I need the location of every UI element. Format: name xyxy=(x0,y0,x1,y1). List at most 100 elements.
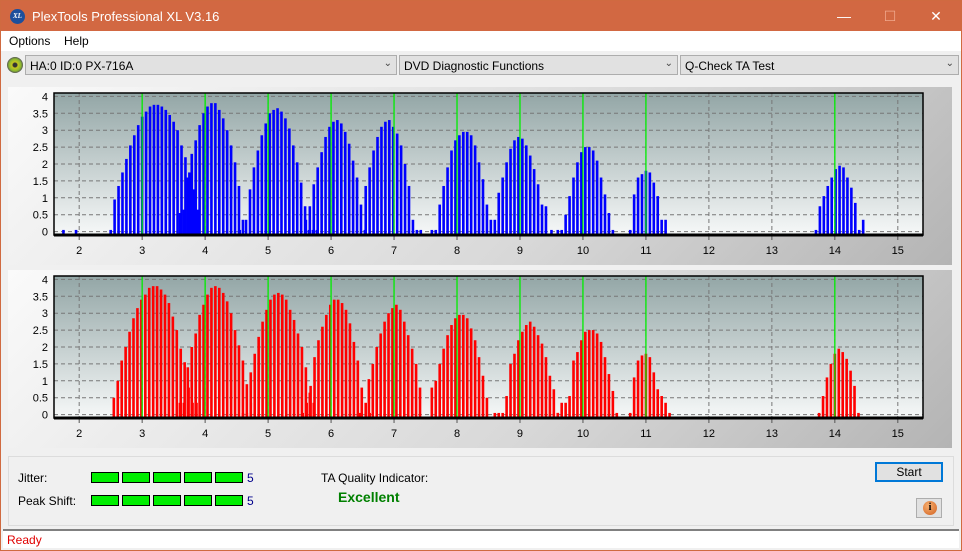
histogram-bar xyxy=(256,150,260,235)
histogram-bar xyxy=(656,389,660,418)
function-select[interactable]: DVD Diagnostic Functions ⌄ xyxy=(399,55,678,75)
histogram-bar xyxy=(572,177,575,235)
histogram-bar xyxy=(395,133,399,235)
histogram-bar xyxy=(580,340,583,418)
toolbar: HA:0 ID:0 PX-716A ⌄ DVD Diagnostic Funct… xyxy=(1,51,961,79)
histogram-bar xyxy=(664,219,667,235)
test-select[interactable]: Q-Check TA Test ⌄ xyxy=(680,55,959,75)
jitter-label: Jitter: xyxy=(18,471,48,485)
histogram-bar xyxy=(584,331,587,418)
histogram-bar xyxy=(304,219,308,235)
histogram-bar xyxy=(632,377,636,418)
test-select-value: Q-Check TA Test xyxy=(685,59,775,73)
histogram-bar xyxy=(229,313,233,418)
histogram-bar xyxy=(344,309,348,418)
maximize-button[interactable]: ☐ xyxy=(867,1,913,31)
histogram-bar xyxy=(144,111,148,235)
histogram-bar xyxy=(241,219,245,235)
histogram-bar xyxy=(194,333,197,418)
histogram-bar xyxy=(160,106,164,236)
histogram-bar xyxy=(284,118,287,235)
histogram-bar xyxy=(221,118,225,235)
x-tick-label: 15 xyxy=(892,428,904,440)
menu-help[interactable]: Help xyxy=(64,34,89,48)
y-tick-label: 2 xyxy=(42,342,48,354)
histogram-bar xyxy=(206,294,209,418)
info-icon: i xyxy=(923,501,937,515)
histogram-bar xyxy=(186,367,190,418)
histogram-bar xyxy=(509,148,512,235)
histogram-bar xyxy=(454,140,457,235)
histogram-bar xyxy=(505,396,508,418)
histogram-bar xyxy=(233,162,237,235)
histogram-bar xyxy=(121,172,124,235)
histogram-bar xyxy=(221,292,225,418)
disc-drive-icon xyxy=(7,57,23,73)
x-tick-label: 13 xyxy=(766,428,778,440)
histogram-bar xyxy=(252,167,256,235)
y-tick-label: 2 xyxy=(42,159,48,171)
x-tick-label: 2 xyxy=(76,428,82,440)
x-tick-label: 5 xyxy=(265,245,271,257)
histogram-bar xyxy=(826,185,830,235)
histogram-bar xyxy=(182,209,186,235)
histogram-bar xyxy=(214,286,217,418)
histogram-bar xyxy=(403,164,407,235)
x-tick-label: 4 xyxy=(202,428,208,440)
histogram-bar xyxy=(854,202,857,235)
y-tick-label: 2.5 xyxy=(33,325,48,337)
histogram-bar xyxy=(210,287,213,418)
ta-quality-value: Excellent xyxy=(338,489,400,505)
histogram-bar xyxy=(524,145,528,235)
histogram-bar xyxy=(308,206,312,235)
histogram-bar xyxy=(454,318,457,418)
close-button[interactable]: ✕ xyxy=(913,1,959,31)
histogram-bar xyxy=(309,385,312,418)
histogram-bar xyxy=(497,192,501,235)
histogram-bar xyxy=(194,140,197,235)
histogram-bar xyxy=(280,111,283,235)
histogram-bar xyxy=(248,189,252,235)
histogram-bar xyxy=(584,147,587,235)
histogram-bar xyxy=(202,304,205,418)
histogram-bar xyxy=(272,109,275,235)
histogram-bar xyxy=(313,357,316,418)
histogram-bar xyxy=(481,375,485,418)
x-tick-label: 6 xyxy=(328,245,334,257)
histogram-bar xyxy=(233,330,237,418)
histogram-bar xyxy=(528,155,532,235)
histogram-bar xyxy=(469,135,473,235)
y-tick-label: 3 xyxy=(42,308,48,320)
histogram-bar xyxy=(607,213,611,235)
histogram-bar xyxy=(225,130,229,235)
histogram-bar xyxy=(178,402,182,418)
histogram-bar xyxy=(560,402,564,418)
histogram-bar xyxy=(513,140,516,235)
meter-segment xyxy=(153,472,181,483)
histogram-bar xyxy=(380,126,383,235)
histogram-bar xyxy=(517,340,520,418)
y-tick-label: 4 xyxy=(42,91,48,103)
histogram-bar xyxy=(352,341,356,418)
title-bar: XL PlexTools Professional XL V3.16 — ☐ ✕ xyxy=(1,1,961,31)
histogram-bar xyxy=(434,380,438,418)
histogram-bar xyxy=(364,402,368,418)
histogram-bar xyxy=(536,184,540,235)
histogram-bar xyxy=(360,387,364,418)
histogram-bar xyxy=(269,299,272,418)
menu-options[interactable]: Options xyxy=(9,34,50,48)
minimize-button[interactable]: — xyxy=(821,1,867,31)
histogram-bar xyxy=(540,204,544,235)
histogram-bar xyxy=(509,363,512,418)
histogram-bar xyxy=(611,390,615,418)
x-tick-label: 7 xyxy=(391,245,397,257)
histogram-bar xyxy=(481,179,485,235)
histogram-bar xyxy=(175,330,179,418)
start-button[interactable]: Start xyxy=(875,462,943,482)
histogram-bar xyxy=(171,316,175,418)
info-button[interactable]: i xyxy=(916,498,942,518)
histogram-bar xyxy=(125,158,128,235)
histogram-bar xyxy=(167,303,171,418)
drive-select[interactable]: HA:0 ID:0 PX-716A ⌄ xyxy=(25,55,397,75)
histogram-bar xyxy=(458,314,461,418)
